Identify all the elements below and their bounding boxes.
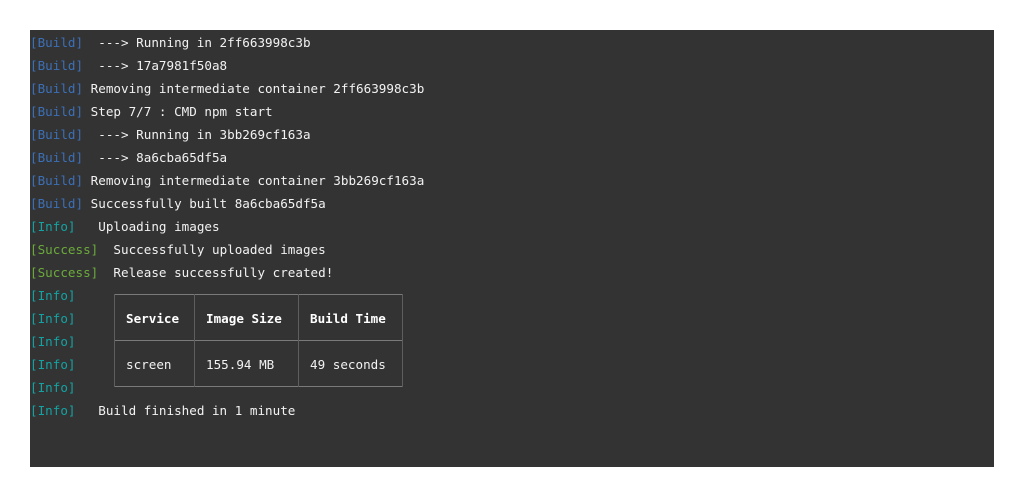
table-header-service: Service — [126, 311, 180, 326]
log-tag: [Info] — [30, 334, 76, 349]
log-line: [Build] ---> Running in 2ff663998c3b — [30, 31, 994, 54]
log-message: ---> Running in 2ff663998c3b — [83, 35, 311, 50]
table-cell-service: screen — [126, 357, 172, 372]
log-tag: [Info] — [30, 380, 76, 395]
log-line: [Build] ---> 17a7981f50a8 — [30, 54, 994, 77]
log-message: Release successfully created! — [98, 265, 334, 280]
log-message: Removing intermediate container 3bb269cf… — [83, 173, 425, 188]
log-message: ---> 8a6cba65df5a — [83, 150, 228, 165]
log-tag: [Build] — [30, 150, 84, 165]
log-tag: [Info] — [30, 288, 76, 303]
table-header-build-time: Build Time — [310, 311, 386, 326]
log-tag: [Build] — [30, 104, 84, 119]
log-tag: [Info] — [30, 219, 76, 234]
log-message: Removing intermediate container 2ff66399… — [83, 81, 425, 96]
table-column-divider — [402, 294, 403, 387]
log-line: [Success] Release successfully created! — [30, 261, 994, 284]
log-line: [Build] Step 7/7 : CMD npm start — [30, 100, 994, 123]
log-tag: [Build] — [30, 196, 84, 211]
log-tag: [Info] — [30, 403, 76, 418]
log-tag: [Build] — [30, 173, 84, 188]
table-column-divider — [298, 294, 299, 387]
log-line: [Success] Successfully uploaded images — [30, 238, 994, 261]
log-message: ---> 17a7981f50a8 — [83, 58, 228, 73]
log-tag: [Build] — [30, 58, 84, 73]
log-message: Successfully built 8a6cba65df5a — [83, 196, 326, 211]
log-tag: [Info] — [30, 311, 76, 326]
log-tag: [Success] — [30, 242, 99, 257]
log-tag: [Success] — [30, 265, 99, 280]
log-tag: [Build] — [30, 127, 84, 142]
table-cell-image-size: 155.94 MB — [206, 357, 275, 372]
table-header-separator — [114, 340, 403, 341]
log-tag: [Build] — [30, 35, 84, 50]
table-column-divider — [194, 294, 195, 387]
log-message: Build finished in 1 minute — [75, 403, 296, 418]
log-line: [Build] ---> Running in 3bb269cf163a — [30, 123, 994, 146]
log-line: [Build] Removing intermediate container … — [30, 169, 994, 192]
log-line: [Info] Build finished in 1 minute — [30, 399, 994, 422]
build-summary-table: Service Image Size Build Time screen 155… — [114, 294, 403, 387]
log-line: [Info] Uploading images — [30, 215, 994, 238]
log-message: Uploading images — [75, 219, 220, 234]
log-line: [Build] ---> 8a6cba65df5a — [30, 146, 994, 169]
table-column-divider — [114, 294, 115, 387]
log-line: [Build] Removing intermediate container … — [30, 77, 994, 100]
log-tag: [Build] — [30, 81, 84, 96]
log-line: [Build] Successfully built 8a6cba65df5a — [30, 192, 994, 215]
log-tag: [Info] — [30, 357, 76, 372]
log-message: Step 7/7 : CMD npm start — [83, 104, 273, 119]
table-header-image-size: Image Size — [206, 311, 282, 326]
log-message: Successfully uploaded images — [98, 242, 326, 257]
terminal-output: [Build] ---> Running in 2ff663998c3b [Bu… — [30, 30, 994, 467]
table-cell-build-time: 49 seconds — [310, 357, 386, 372]
log-message: ---> Running in 3bb269cf163a — [83, 127, 311, 142]
